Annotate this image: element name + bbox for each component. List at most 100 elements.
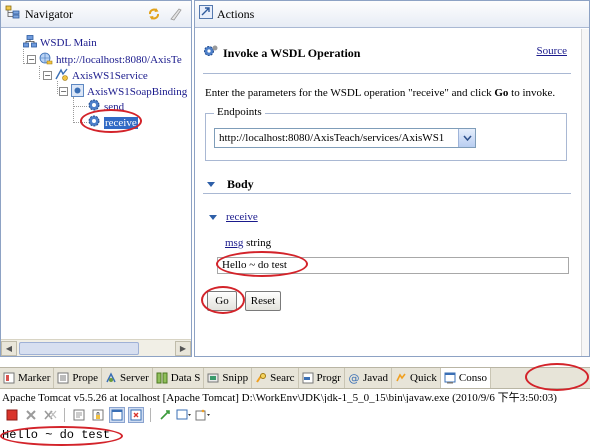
properties-icon	[57, 372, 69, 384]
console-output: Hello ~ do test	[2, 428, 111, 442]
progress-icon	[302, 372, 314, 384]
clear-console-icon[interactable]	[71, 407, 87, 423]
wsdl-document-icon	[39, 52, 53, 68]
navigator-horizontal-scrollbar[interactable]: ◀ ▶	[1, 339, 191, 356]
navigator-pane: Navigator WSDL Main − http://localhost:8…	[0, 0, 192, 357]
tab-snippets[interactable]: Snipp	[204, 368, 253, 388]
tree-item-binding[interactable]: − AxisWS1SoapBinding	[59, 83, 188, 100]
console-icon	[444, 372, 456, 384]
parameter-label: msg string	[225, 237, 271, 249]
actions-icon	[199, 5, 213, 23]
tab-search[interactable]: Searc	[252, 368, 299, 388]
instructions-text: Enter the parameters for the WSDL operat…	[205, 87, 555, 99]
operation-toggle[interactable]: receive	[209, 211, 258, 223]
collapse-triangle-icon[interactable]	[209, 214, 217, 220]
refresh-icon[interactable]	[147, 7, 161, 24]
snippets-icon	[207, 372, 219, 384]
pin-console-icon[interactable]	[157, 407, 173, 423]
tab-label: Snipp	[222, 372, 249, 384]
gear-icon	[87, 114, 101, 131]
chevron-down-icon[interactable]	[458, 129, 475, 147]
tab-label: Data S	[170, 372, 201, 384]
actions-title-bar: Actions	[195, 1, 589, 28]
endpoints-label: Endpoints	[214, 106, 265, 118]
actions-title: Actions	[217, 6, 255, 21]
tab-label: Javad	[362, 372, 389, 384]
endpoint-select[interactable]: http://localhost:8080/AxisTeach/services…	[214, 128, 476, 148]
actions-content: Invoke a WSDL Operation Source Enter the…	[195, 29, 589, 356]
instructions-suffix: to invoke.	[508, 87, 556, 99]
tree-item-label: AxisWS1Service	[72, 69, 148, 82]
remove-launch-icon[interactable]	[23, 407, 39, 423]
body-label: Body	[227, 177, 254, 191]
navigator-icon	[5, 5, 21, 23]
tab-data-source[interactable]: Data S	[153, 368, 205, 388]
navigator-tree: WSDL Main − http://localhost:8080/AxisTe…	[1, 29, 191, 339]
actions-vertical-scrollbar[interactable]	[581, 29, 589, 356]
body-section-header[interactable]: Body	[207, 177, 254, 192]
instructions-go: Go	[494, 87, 509, 99]
tab-markers[interactable]: Marker	[0, 368, 55, 388]
tab-label: Quick	[410, 372, 437, 384]
tab-progress[interactable]: Progr	[299, 368, 345, 388]
service-icon	[55, 67, 69, 84]
scroll-lock-icon[interactable]	[90, 407, 106, 423]
binding-icon	[71, 83, 84, 100]
collapse-toggle[interactable]: −	[27, 55, 36, 64]
tab-label: Searc	[270, 372, 295, 384]
view-tab-bar: Marker Prope Server Data S Snipp Searc P…	[0, 367, 590, 389]
tab-servers[interactable]: Server	[102, 368, 153, 388]
gear-icon	[87, 98, 101, 115]
scroll-left-icon[interactable]: ◀	[1, 341, 17, 356]
endpoint-value: http://localhost:8080/AxisTeach/services…	[219, 132, 445, 144]
tab-console[interactable]: Conso	[440, 368, 492, 388]
operation-link[interactable]: receive	[226, 211, 258, 223]
tree-item-label: http://localhost:8080/AxisTe	[56, 53, 182, 66]
toolbar-separator	[150, 408, 151, 422]
tab-label: Server	[120, 372, 149, 384]
collapse-toggle[interactable]: −	[43, 71, 52, 80]
console-toolbar	[0, 405, 590, 425]
tab-label: Prope	[72, 372, 99, 384]
endpoints-group: Endpoints http://localhost:8080/AxisTeac…	[205, 106, 567, 161]
tab-properties[interactable]: Prope	[54, 368, 103, 388]
servers-icon	[105, 372, 117, 384]
go-button[interactable]: Go	[207, 291, 237, 311]
scroll-right-icon[interactable]: ▶	[175, 341, 191, 356]
open-console-icon[interactable]	[195, 407, 211, 423]
data-source-icon	[156, 372, 168, 384]
operation-heading: Invoke a WSDL Operation	[203, 43, 571, 63]
collapse-triangle-icon[interactable]	[207, 182, 215, 187]
tree-item-send[interactable]: send	[87, 99, 124, 114]
tree-item-label: AxisWS1SoapBinding	[87, 85, 188, 98]
javadoc-icon: @	[348, 371, 360, 385]
parameter-name[interactable]: msg	[225, 237, 243, 249]
tree-item-label: send	[104, 100, 125, 113]
collapse-toggle[interactable]: −	[59, 87, 68, 96]
toolbar-separator	[64, 408, 65, 422]
remove-all-icon[interactable]	[42, 407, 58, 423]
invoke-icon	[203, 44, 219, 62]
divider	[203, 73, 571, 74]
tree-item-label: WSDL Main	[40, 36, 97, 49]
console-process-label: Apache Tomcat v5.5.26 at localhost [Apac…	[2, 392, 557, 403]
show-on-error-icon[interactable]	[128, 407, 144, 423]
clear-icon[interactable]	[169, 7, 183, 24]
markers-icon	[3, 372, 15, 384]
reset-button[interactable]: Reset	[245, 291, 281, 311]
source-link[interactable]: Source	[536, 45, 567, 57]
scrollbar-thumb[interactable]	[19, 342, 139, 355]
show-on-output-icon[interactable]	[109, 407, 125, 423]
terminate-icon[interactable]	[4, 407, 20, 423]
tree-item-receive[interactable]: receive	[87, 115, 138, 130]
actions-pane: Actions Invoke a WSDL Operation Source E…	[194, 0, 590, 357]
display-console-icon[interactable]	[176, 407, 192, 423]
tree-item-service[interactable]: − AxisWS1Service	[43, 67, 148, 84]
tab-quick-outline[interactable]: Quick	[392, 368, 441, 388]
tree-item-wsdl-url[interactable]: − http://localhost:8080/AxisTe	[27, 52, 182, 67]
tab-javadoc[interactable]: @ Javad	[345, 368, 393, 388]
tree-item-wsdl-main[interactable]: WSDL Main	[23, 34, 97, 51]
wsdl-main-icon	[23, 34, 37, 51]
msg-input[interactable]: Hello ~ do test	[217, 257, 569, 274]
tab-label: Progr	[316, 372, 341, 384]
